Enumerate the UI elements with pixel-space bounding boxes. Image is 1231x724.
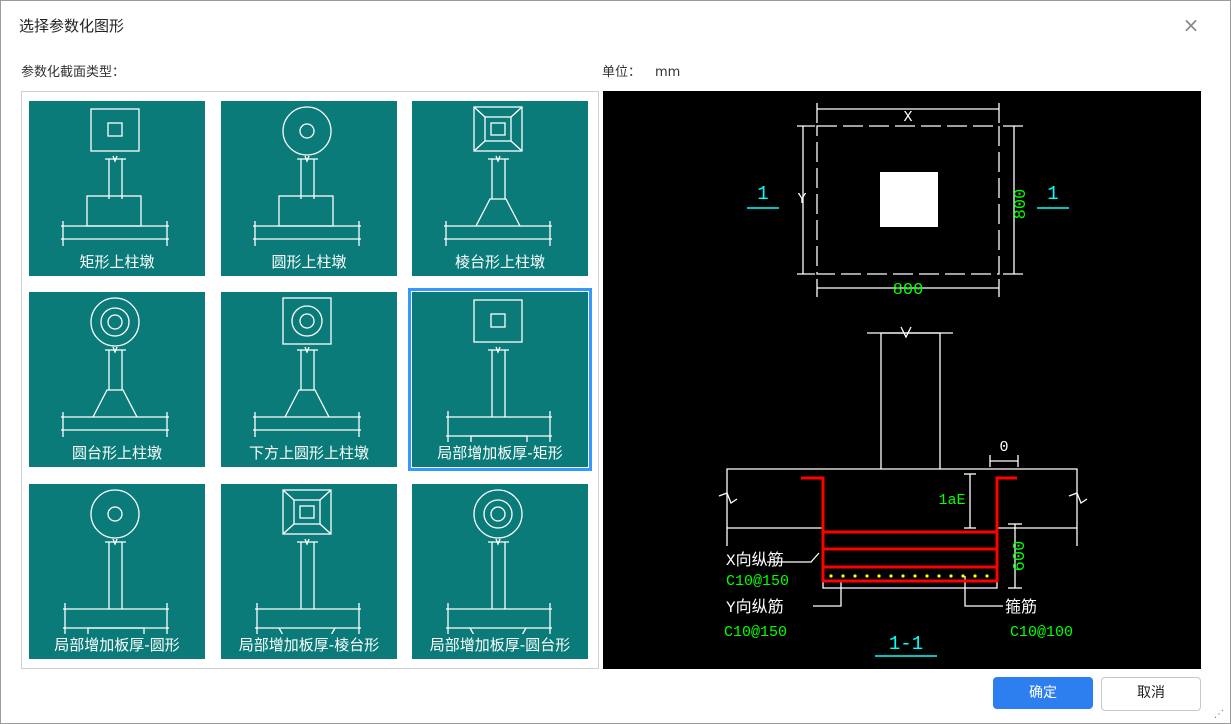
- x-bar-spec: C10@150: [726, 573, 789, 590]
- section-title: 1-1: [889, 633, 923, 655]
- shape-cell-rect-column-pier[interactable]: 矩形上柱墩: [29, 101, 205, 276]
- rebar-dot: [841, 574, 845, 578]
- shape-caption: 下方上圆形上柱墩: [248, 444, 369, 462]
- shape-icon: [255, 489, 361, 634]
- rebar-dot: [961, 574, 965, 578]
- section-mark-left: 1: [757, 183, 768, 205]
- shape-caption: 局部增加板厚-圆形: [54, 636, 180, 654]
- shape-cell-slab-thicken-cone[interactable]: 局部增加板厚-圆台形: [412, 484, 588, 659]
- rebar-dot: [901, 574, 905, 578]
- column-section: [880, 172, 938, 227]
- shape-caption: 圆形上柱墩: [271, 253, 347, 271]
- plan-y-label: Y: [797, 191, 806, 208]
- shape-caption: 局部增加板厚-圆台形: [429, 636, 571, 654]
- plan-x-label: X: [903, 109, 912, 126]
- shape-grid: 矩形上柱墩 圆形上柱墩 棱台形上柱墩 圆台形上柱墩 下方上圆形上柱墩 局部增加板…: [21, 91, 599, 669]
- column-elevation: [880, 332, 941, 469]
- rebar-dot: [853, 574, 857, 578]
- rebar-dot: [973, 574, 977, 578]
- shape-icon: [253, 106, 361, 246]
- dim-height-label: 800: [1012, 189, 1031, 220]
- unit-caption: 单位：: [602, 65, 642, 80]
- unit-value: mm: [655, 65, 681, 80]
- slab-outline: [726, 468, 1078, 546]
- shape-cell-slab-thicken-rect[interactable]: 局部增加板厚-矩形: [408, 288, 592, 471]
- ok-button[interactable]: 确定: [993, 677, 1093, 709]
- rebar-cage: [801, 476, 1017, 583]
- zero-label: 0: [999, 439, 1008, 456]
- rebar-dot: [937, 574, 941, 578]
- cancel-button[interactable]: 取消: [1101, 677, 1201, 711]
- shape-icon: [253, 297, 361, 437]
- shape-cell-frustum-column-pier[interactable]: 棱台形上柱墩: [412, 101, 588, 276]
- preview-canvas: X Y 800 800 1 1 0 1aE 600 X向纵筋 C10@150 Y…: [603, 91, 1201, 669]
- shape-icon: [61, 297, 169, 437]
- shape-caption: 矩形上柱墩: [79, 253, 155, 271]
- resize-grip-icon[interactable]: ⋰: [1214, 709, 1224, 720]
- close-icon[interactable]: ×: [1181, 15, 1201, 35]
- shape-cell-slab-thicken-frustum[interactable]: 局部增加板厚-棱台形: [221, 484, 397, 659]
- x-bar-label: X向纵筋: [726, 551, 784, 570]
- shape-caption: 局部增加板厚-矩形: [437, 444, 563, 462]
- rebar-dot: [877, 574, 881, 578]
- y-bar-spec: C10@150: [724, 624, 787, 641]
- shape-caption: 局部增加板厚-棱台形: [238, 636, 380, 654]
- stirrup-label: 箍筋: [1005, 598, 1037, 617]
- rebar-dot: [865, 574, 869, 578]
- shape-cell-slab-thicken-round[interactable]: 局部增加板厚-圆形: [29, 484, 205, 659]
- shape-icon: [446, 489, 552, 634]
- section-mark-right: 1: [1047, 183, 1058, 205]
- section-type-label: 参数化截面类型：: [21, 65, 126, 80]
- thickened-zone: [822, 528, 998, 589]
- shape-caption: 棱台形上柱墩: [454, 253, 545, 271]
- rebar-dot: [889, 574, 893, 578]
- shape-cell-round-column-pier[interactable]: 圆形上柱墩: [221, 101, 397, 276]
- anchor-length-label: 1aE: [938, 492, 965, 509]
- rebar-dot: [829, 574, 833, 578]
- shape-cell-square-round-column-pier[interactable]: 下方上圆形上柱墩: [221, 292, 397, 467]
- shape-icon: [444, 106, 552, 246]
- shape-cell-cone-column-pier[interactable]: 圆台形上柱墩: [29, 292, 205, 467]
- rebar-dot: [925, 574, 929, 578]
- shape-icon: [446, 299, 552, 442]
- rebar-dot: [949, 574, 953, 578]
- dialog-title: 选择参数化图形: [19, 17, 125, 35]
- unit-label: 单位： mm: [602, 61, 680, 80]
- shape-icon: [61, 108, 169, 246]
- thickness-label: 600: [1011, 541, 1030, 572]
- preview-drawing: X Y 800 800 1 1 0 1aE 600 X向纵筋 C10@150 Y…: [718, 103, 1088, 657]
- dim-width-label: 800: [893, 281, 924, 300]
- stirrup-spec: C10@100: [1010, 624, 1073, 641]
- y-bar-label: Y向纵筋: [726, 598, 784, 617]
- shape-caption: 圆台形上柱墩: [71, 444, 162, 462]
- rebar-dot: [985, 574, 989, 578]
- shape-icon: [63, 489, 169, 634]
- dialog: 选择参数化图形 × 参数化截面类型： 单位： mm 矩形上柱墩 圆形上柱墩 棱台形…: [0, 0, 1231, 724]
- rebar-dot: [913, 574, 917, 578]
